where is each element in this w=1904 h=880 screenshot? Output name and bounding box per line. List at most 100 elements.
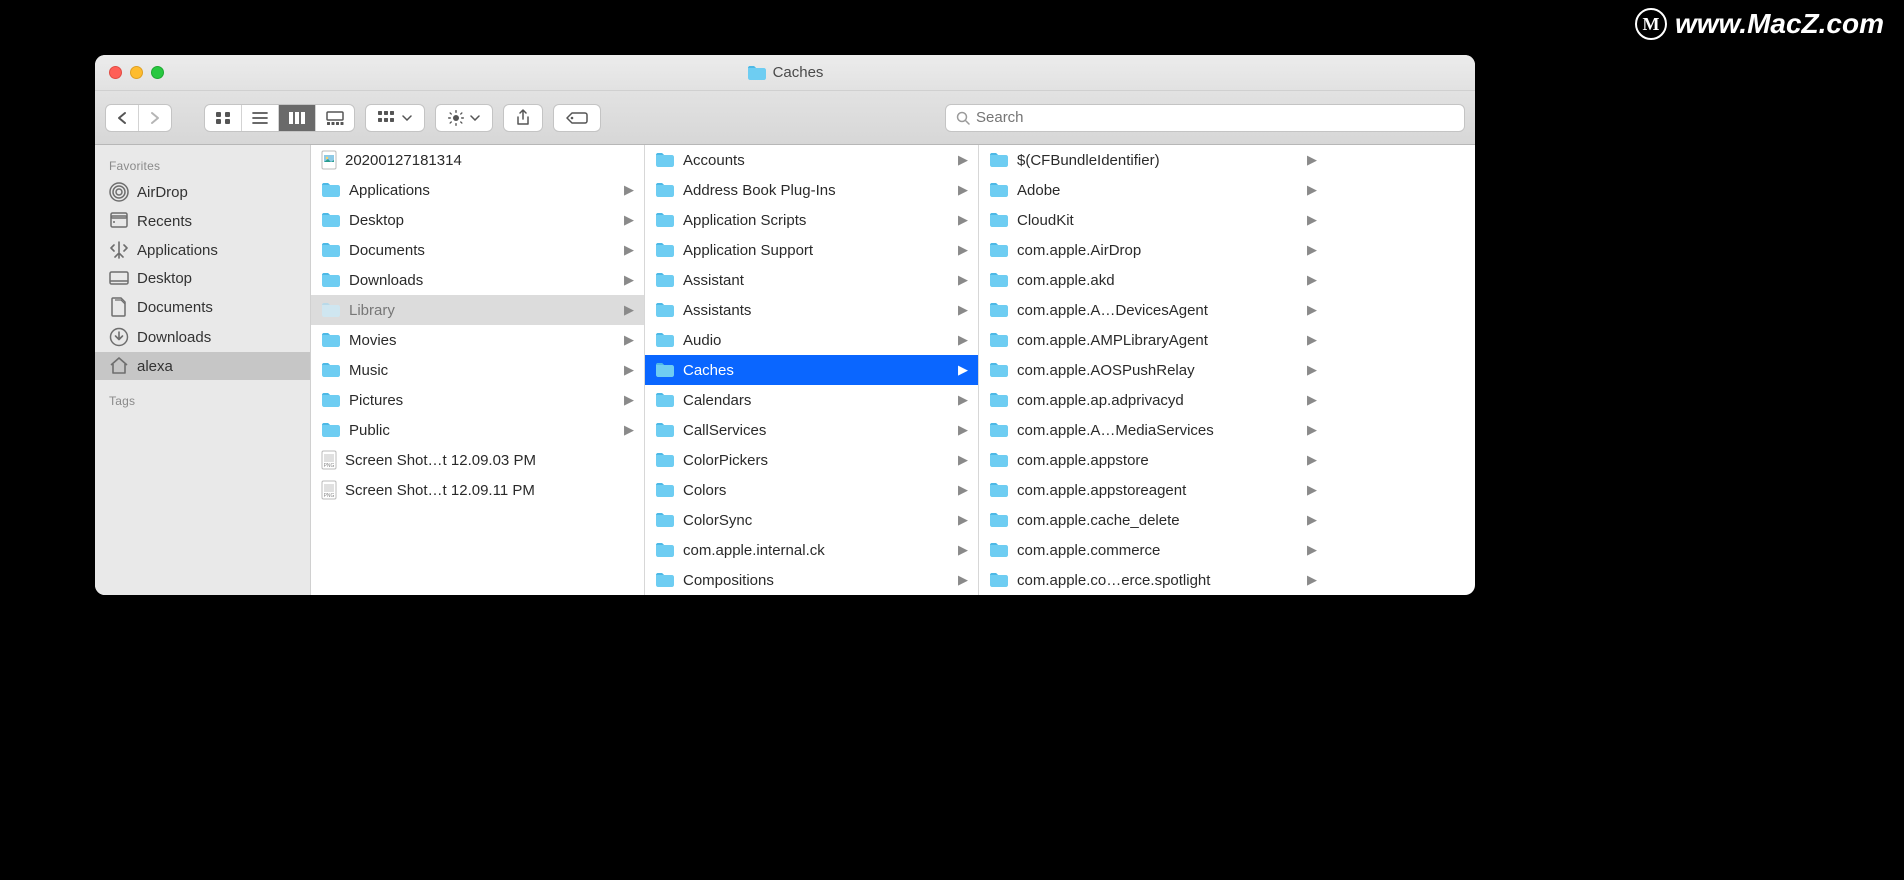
sidebar-item-documents[interactable]: Documents: [95, 292, 310, 322]
sidebar-item-downloads[interactable]: Downloads: [95, 322, 310, 352]
column-2[interactable]: $(CFBundleIdentifier)▶Adobe▶CloudKit▶com…: [979, 145, 1327, 595]
downloads-icon: [109, 327, 129, 347]
file-row[interactable]: Application Support▶: [645, 235, 978, 265]
file-label: com.apple.appstore: [1017, 452, 1299, 469]
sidebar-item-alexa[interactable]: alexa: [95, 352, 310, 380]
file-row[interactable]: Movies▶: [311, 325, 644, 355]
column-view-button[interactable]: [279, 105, 316, 131]
file-icon: [321, 182, 341, 198]
chevron-right-icon: ▶: [1307, 512, 1317, 528]
file-row[interactable]: Applications▶: [311, 175, 644, 205]
sidebar-item-recents[interactable]: Recents: [95, 207, 310, 235]
file-row[interactable]: Downloads▶: [311, 265, 644, 295]
forward-button[interactable]: [139, 105, 171, 131]
file-label: 20200127181314: [345, 152, 634, 169]
sidebar: Favorites AirDropRecentsApplicationsDesk…: [95, 145, 311, 595]
chevron-right-icon: ▶: [958, 332, 968, 348]
file-row[interactable]: PNGScreen Shot…t 12.09.03 PM: [311, 445, 644, 475]
file-label: CloudKit: [1017, 212, 1299, 229]
file-row[interactable]: com.apple.co…erce.spotlight▶: [979, 565, 1327, 595]
file-icon: [321, 422, 341, 438]
file-row[interactable]: Music▶: [311, 355, 644, 385]
file-label: com.apple.akd: [1017, 272, 1299, 289]
icon-view-button[interactable]: [205, 105, 242, 131]
file-row[interactable]: Adobe▶: [979, 175, 1327, 205]
file-label: com.apple.AirDrop: [1017, 242, 1299, 259]
minimize-window-button[interactable]: [130, 66, 143, 79]
column-browser: 20200127181314 Applications▶Desktop▶Docum…: [311, 145, 1475, 595]
file-row[interactable]: com.apple.A…MediaServices▶: [979, 415, 1327, 445]
file-row[interactable]: Assistant▶: [645, 265, 978, 295]
file-row[interactable]: ColorSync▶: [645, 505, 978, 535]
file-row[interactable]: com.apple.AOSPushRelay▶: [979, 355, 1327, 385]
sidebar-item-airdrop[interactable]: AirDrop: [95, 177, 310, 207]
file-row[interactable]: PNGScreen Shot…t 12.09.11 PM: [311, 475, 644, 505]
file-row[interactable]: ColorPickers▶: [645, 445, 978, 475]
file-icon: [321, 150, 337, 170]
airdrop-icon: [109, 182, 129, 202]
file-icon: PNG: [321, 450, 337, 470]
file-row[interactable]: Assistants▶: [645, 295, 978, 325]
file-row[interactable]: com.apple.A…DevicesAgent▶: [979, 295, 1327, 325]
file-row[interactable]: com.apple.AirDrop▶: [979, 235, 1327, 265]
file-row[interactable]: 20200127181314: [311, 145, 644, 175]
file-row[interactable]: Documents▶: [311, 235, 644, 265]
file-row[interactable]: Address Book Plug-Ins▶: [645, 175, 978, 205]
search-input[interactable]: [976, 109, 1454, 126]
close-window-button[interactable]: [109, 66, 122, 79]
file-row[interactable]: com.apple.cache_delete ▶: [979, 505, 1327, 535]
chevron-right-icon: ▶: [624, 362, 634, 378]
file-row[interactable]: Pictures▶: [311, 385, 644, 415]
file-row[interactable]: Desktop▶: [311, 205, 644, 235]
file-row[interactable]: Library▶: [311, 295, 644, 325]
chevron-right-icon: ▶: [1307, 212, 1317, 228]
file-label: Caches: [683, 362, 950, 379]
file-row[interactable]: Public▶: [311, 415, 644, 445]
file-label: com.apple.cache_delete: [1017, 512, 1299, 529]
file-icon: [655, 212, 675, 228]
file-icon: [655, 512, 675, 528]
file-row[interactable]: CloudKit ▶: [979, 205, 1327, 235]
fullscreen-window-button[interactable]: [151, 66, 164, 79]
file-icon: [989, 332, 1009, 348]
file-row[interactable]: com.apple.akd▶: [979, 265, 1327, 295]
back-button[interactable]: [106, 105, 139, 131]
file-row[interactable]: Colors▶: [645, 475, 978, 505]
column-1[interactable]: Accounts▶Address Book Plug-Ins▶Applicati…: [645, 145, 979, 595]
recents-icon: [109, 212, 129, 230]
tags-button[interactable]: [553, 104, 601, 132]
sidebar-item-label: AirDrop: [137, 184, 188, 201]
file-row[interactable]: CallServices▶: [645, 415, 978, 445]
file-row[interactable]: Audio▶: [645, 325, 978, 355]
file-row[interactable]: $(CFBundleIdentifier)▶: [979, 145, 1327, 175]
group-by-button[interactable]: [365, 104, 425, 132]
file-row[interactable]: Application Scripts▶: [645, 205, 978, 235]
file-label: Library: [349, 302, 616, 319]
file-icon: [321, 362, 341, 378]
file-label: Adobe: [1017, 182, 1299, 199]
chevron-right-icon: ▶: [958, 182, 968, 198]
file-row[interactable]: com.apple.ap.adprivacyd▶: [979, 385, 1327, 415]
file-label: Assistants: [683, 302, 950, 319]
file-row[interactable]: Accounts▶: [645, 145, 978, 175]
file-icon: [989, 272, 1009, 288]
share-button[interactable]: [503, 104, 543, 132]
file-row[interactable]: com.apple.internal.ck▶: [645, 535, 978, 565]
action-menu-button[interactable]: [435, 104, 493, 132]
gallery-view-button[interactable]: [316, 105, 354, 131]
file-row[interactable]: com.apple.commerce▶: [979, 535, 1327, 565]
file-row[interactable]: Compositions▶: [645, 565, 978, 595]
content: Favorites AirDropRecentsApplicationsDesk…: [95, 145, 1475, 595]
list-view-button[interactable]: [242, 105, 279, 131]
file-row[interactable]: com.apple.appstoreagent▶: [979, 475, 1327, 505]
search-box[interactable]: [945, 104, 1465, 132]
file-row[interactable]: Caches▶: [645, 355, 978, 385]
window-title-text: Caches: [773, 64, 824, 81]
column-0[interactable]: 20200127181314 Applications▶Desktop▶Docum…: [311, 145, 645, 595]
sidebar-item-desktop[interactable]: Desktop: [95, 265, 310, 292]
watermark-text: www.MacZ.com: [1675, 8, 1884, 40]
file-row[interactable]: com.apple.AMPLibraryAgent▶: [979, 325, 1327, 355]
sidebar-item-applications[interactable]: Applications: [95, 235, 310, 265]
file-row[interactable]: com.apple.appstore▶: [979, 445, 1327, 475]
file-row[interactable]: Calendars▶: [645, 385, 978, 415]
